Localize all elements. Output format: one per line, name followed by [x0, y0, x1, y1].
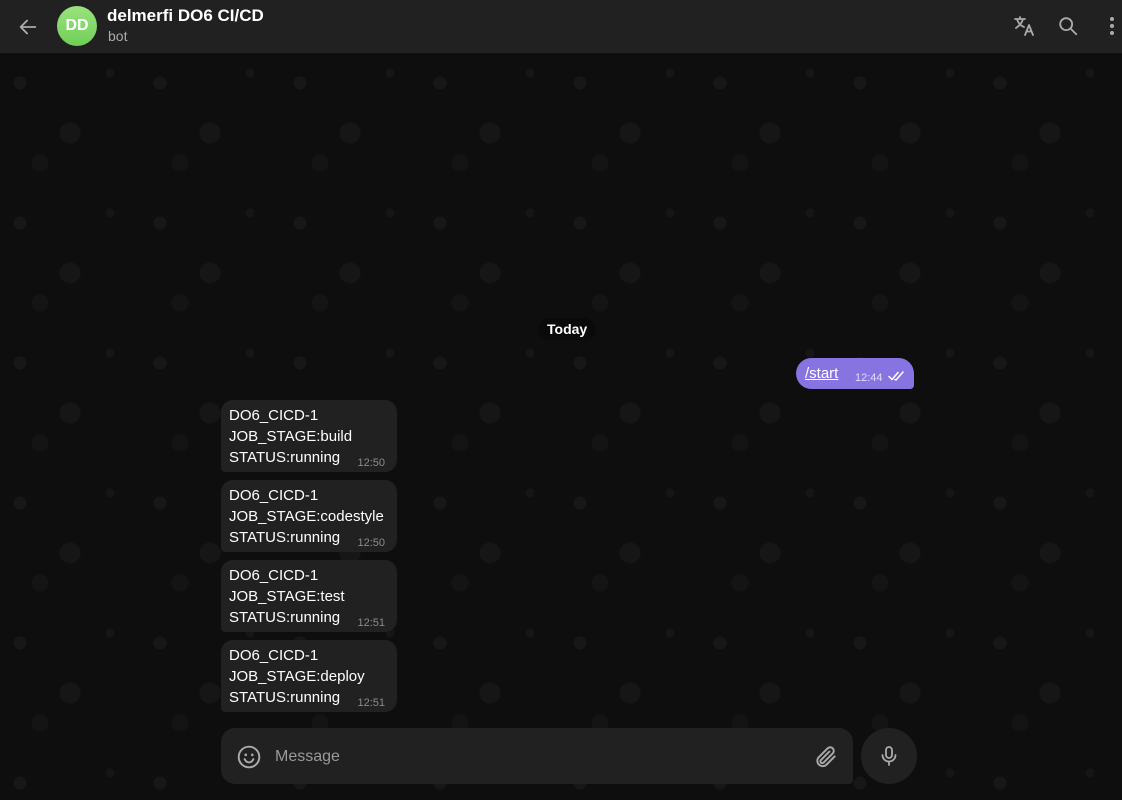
attach-icon[interactable]: [813, 744, 839, 770]
message-line: STATUS:running: [229, 529, 341, 546]
outgoing-message[interactable]: /start 12:44: [796, 358, 914, 389]
search-icon: [1059, 17, 1078, 36]
chat-background: [0, 53, 1122, 800]
message-composer: [221, 728, 853, 784]
message-time: 12:50: [357, 537, 385, 549]
message-line: STATUS:running: [229, 449, 341, 466]
incoming-message[interactable]: DO6_CICD-1 JOB_STAGE:build STATUS:runnin…: [221, 400, 397, 472]
back-button[interactable]: [12, 11, 44, 43]
message-line: DO6_CICD-1: [229, 647, 319, 664]
more-vertical-icon: [1110, 17, 1114, 35]
back-arrow-icon: [19, 19, 37, 35]
incoming-message[interactable]: DO6_CICD-1 JOB_STAGE:test STATUS:running…: [221, 560, 397, 632]
chat-header: DD delmerfi DO6 CI/CD bot: [0, 0, 1122, 53]
read-checkmarks-icon: [888, 371, 904, 381]
message-line: STATUS:running: [229, 689, 341, 706]
date-separator: Today: [538, 318, 597, 340]
emoji-icon[interactable]: [236, 744, 262, 770]
search-button[interactable]: [1054, 12, 1082, 40]
message-line: DO6_CICD-1: [229, 407, 319, 424]
message-line: JOB_STAGE:codestyle: [229, 508, 384, 525]
message-line: DO6_CICD-1: [229, 487, 319, 504]
message-input[interactable]: [273, 744, 797, 770]
avatar[interactable]: DD: [57, 6, 97, 46]
message-time: 12:51: [357, 697, 385, 709]
command-link[interactable]: /start: [805, 365, 838, 382]
incoming-message[interactable]: DO6_CICD-1 JOB_STAGE:deploy STATUS:runni…: [221, 640, 397, 712]
message-time: 12:50: [357, 457, 385, 469]
voice-record-button[interactable]: [861, 728, 917, 784]
translate-icon: [1014, 16, 1034, 36]
translate-button[interactable]: [1010, 12, 1038, 40]
chat-title[interactable]: delmerfi DO6 CI/CD: [107, 6, 264, 26]
microphone-icon: [881, 746, 897, 766]
chat-subtitle: bot: [108, 28, 128, 44]
message-time: 12:51: [357, 617, 385, 629]
message-line: JOB_STAGE:deploy: [229, 668, 365, 685]
message-line: JOB_STAGE:test: [229, 588, 345, 605]
incoming-message[interactable]: DO6_CICD-1 JOB_STAGE:codestyle STATUS:ru…: [221, 480, 397, 552]
message-time: 12:44: [855, 372, 883, 384]
message-line: DO6_CICD-1: [229, 567, 319, 584]
message-line: STATUS:running: [229, 609, 341, 626]
more-button[interactable]: [1098, 12, 1122, 40]
message-line: JOB_STAGE:build: [229, 428, 353, 445]
